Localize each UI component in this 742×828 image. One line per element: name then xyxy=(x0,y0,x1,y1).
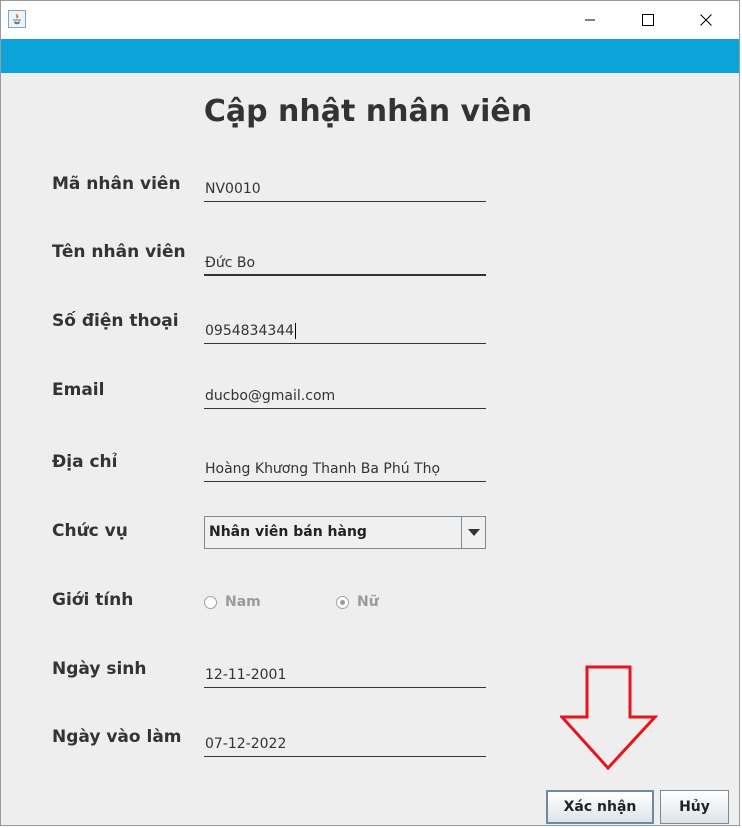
employee-id-field[interactable]: NV0010 xyxy=(204,178,486,202)
radio-circle-checked xyxy=(336,595,349,609)
gender-male-label: Nam xyxy=(225,594,261,610)
chevron-down-icon xyxy=(467,528,480,536)
email-label: Email xyxy=(52,380,105,400)
position-label: Chức vụ xyxy=(52,521,128,541)
gender-radio-female[interactable]: Nữ xyxy=(336,592,379,612)
phone-field[interactable]: 0954834344 xyxy=(204,320,486,344)
employee-name-value: Đức Bo xyxy=(205,255,256,271)
gender-radio-male[interactable]: Nam xyxy=(204,592,261,612)
employee-id-value: NV0010 xyxy=(205,181,261,197)
birth-date-label: Ngày sinh xyxy=(52,659,147,679)
birth-date-field[interactable]: 12-11-2001 xyxy=(204,664,486,688)
text-caret xyxy=(295,323,297,339)
phone-value: 0954834344 xyxy=(205,323,295,339)
down-arrow-icon xyxy=(560,665,658,771)
maximize-button[interactable] xyxy=(619,1,677,39)
employee-id-label: Mã nhân viên xyxy=(52,174,181,194)
gender-female-label: Nữ xyxy=(357,594,379,610)
cancel-button[interactable]: Hủy xyxy=(660,790,729,824)
employee-name-field[interactable]: Đức Bo xyxy=(204,252,486,276)
header-banner xyxy=(1,39,739,73)
close-icon xyxy=(700,14,712,26)
radio-circle-unchecked xyxy=(204,595,217,609)
address-field[interactable]: Hoàng Khương Thanh Ba Phú Thọ xyxy=(204,458,486,482)
start-date-label: Ngày vào làm xyxy=(52,727,182,747)
address-value: Hoàng Khương Thanh Ba Phú Thọ xyxy=(205,461,441,477)
dropdown-button[interactable] xyxy=(461,517,485,548)
email-field[interactable]: ducbo@gmail.com xyxy=(204,385,486,409)
employee-name-label: Tên nhân viên xyxy=(52,242,186,262)
phone-label: Số điện thoại xyxy=(52,311,179,331)
maximize-icon xyxy=(642,14,654,26)
birth-date-value: 12-11-2001 xyxy=(205,667,287,683)
address-label: Địa chỉ xyxy=(52,452,118,472)
start-date-value: 07-12-2022 xyxy=(205,736,287,752)
page-title: Cập nhật nhân viên xyxy=(203,94,533,129)
position-select[interactable]: Nhân viên bán hàng xyxy=(204,516,486,549)
dialog-window: Cập nhật nhân viên Mã nhân viên NV0010 T… xyxy=(0,0,740,826)
minimize-icon xyxy=(585,19,595,21)
confirm-button[interactable]: Xác nhận xyxy=(546,790,654,824)
gender-label: Giới tính xyxy=(52,590,134,610)
minimize-button[interactable] xyxy=(561,1,619,39)
title-bar xyxy=(1,1,739,39)
email-value: ducbo@gmail.com xyxy=(205,388,336,404)
start-date-field[interactable]: 07-12-2022 xyxy=(204,733,486,757)
position-selected-value: Nhân viên bán hàng xyxy=(209,524,367,540)
close-button[interactable] xyxy=(677,1,735,39)
java-icon xyxy=(8,10,26,28)
